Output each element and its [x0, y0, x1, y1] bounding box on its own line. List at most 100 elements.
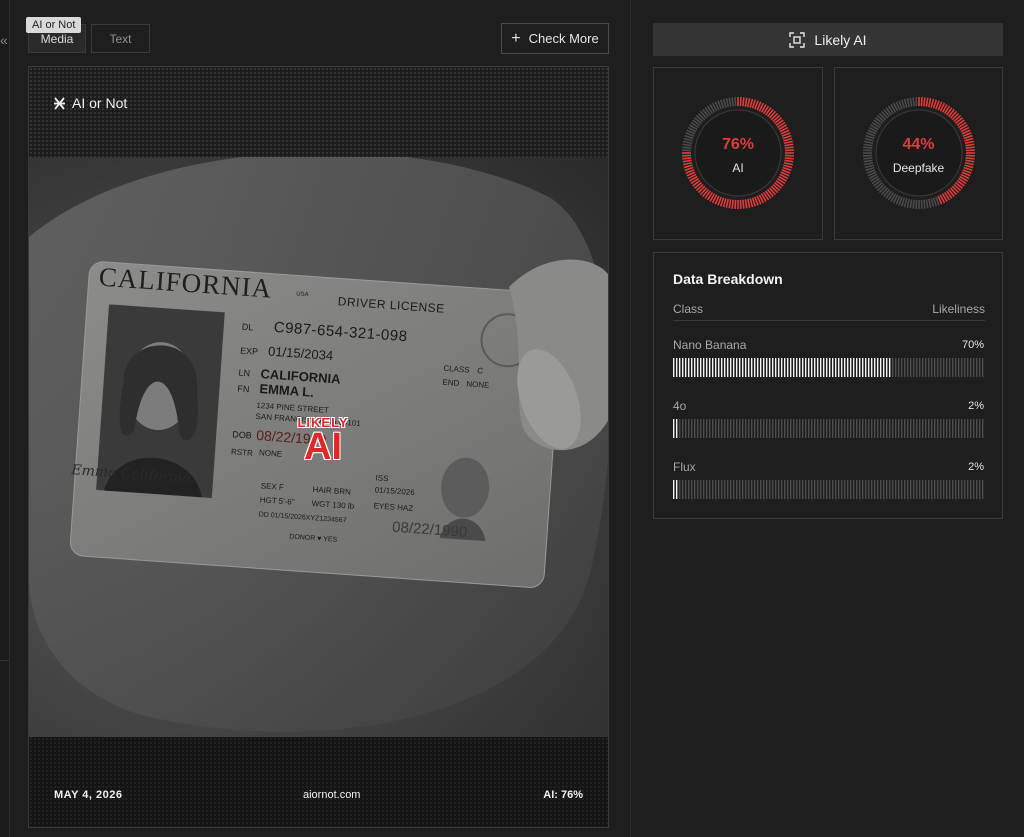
bar-segment — [982, 419, 984, 438]
bar-segment — [769, 480, 771, 499]
bar-segment — [697, 358, 699, 377]
gauge-tick — [682, 157, 692, 160]
bar-segment — [733, 480, 735, 499]
bar-segment — [781, 358, 783, 377]
bar-segment — [724, 358, 726, 377]
gauge-tick — [927, 98, 932, 108]
bar-segment — [949, 419, 951, 438]
gauge-tick — [742, 199, 745, 209]
bar-segment — [943, 358, 945, 377]
bar-segment — [805, 419, 807, 438]
bar-segment — [793, 419, 795, 438]
stamp-bottom: AI — [304, 426, 342, 468]
bar-segment — [844, 480, 846, 499]
bar-segment — [970, 358, 972, 377]
bar-segment — [718, 358, 720, 377]
dob-large: 08/22/1990 — [391, 518, 468, 541]
bar-segment — [886, 419, 888, 438]
bar-segment — [877, 419, 879, 438]
deepfake-gauge-percent: 44% — [902, 136, 935, 153]
bar-segment — [769, 419, 771, 438]
bar-segment — [835, 480, 837, 499]
footer-site[interactable]: aiornot.com — [303, 789, 360, 801]
bar-segment — [772, 419, 774, 438]
bar-segment — [757, 419, 759, 438]
scan-frame-icon — [789, 31, 806, 48]
bar-segment — [814, 480, 816, 499]
bar-segment — [964, 358, 966, 377]
dd-number: DD 01/15/2026XYZ1234567 — [258, 511, 347, 525]
bar-segment — [829, 419, 831, 438]
bar-segment — [802, 480, 804, 499]
gauge-tick — [912, 97, 915, 107]
bar-segment — [874, 358, 876, 377]
bar-segment — [925, 358, 927, 377]
bar-segment — [889, 419, 891, 438]
bar-segment — [847, 358, 849, 377]
bar-segment — [853, 358, 855, 377]
bar-segment — [832, 480, 834, 499]
dl-number: C987-654-321-098 — [273, 318, 409, 346]
bar-segment — [883, 358, 885, 377]
gauge-tick — [909, 97, 913, 107]
bar-segment — [706, 358, 708, 377]
bar-segment — [871, 480, 873, 499]
bar-segment — [682, 358, 684, 377]
bar-segment — [955, 419, 957, 438]
bar-segment — [832, 358, 834, 377]
gauge-tick — [906, 98, 911, 108]
verdict-label: Likely AI — [814, 31, 867, 48]
bar-segment — [820, 358, 822, 377]
license-state: CALIFORNIA — [97, 261, 274, 304]
bar-4o — [673, 419, 984, 438]
bar-segment — [796, 419, 798, 438]
bar-segment — [793, 358, 795, 377]
bar-segment — [886, 358, 888, 377]
bar-segment — [880, 358, 882, 377]
bar-segment — [928, 480, 930, 499]
bar-segment — [958, 419, 960, 438]
collapse-sidebar-icon[interactable]: « — [0, 30, 14, 50]
bar-segment — [844, 419, 846, 438]
bar-segment — [856, 419, 858, 438]
bar-segment — [748, 480, 750, 499]
bar-segment — [982, 480, 984, 499]
bar-segment — [979, 358, 981, 377]
bar-segment — [745, 358, 747, 377]
bar-segment — [742, 358, 744, 377]
bar-segment — [763, 480, 765, 499]
bar-segment — [847, 419, 849, 438]
bar-segment — [979, 419, 981, 438]
bar-segment — [898, 480, 900, 499]
license-usa: USA — [295, 291, 309, 299]
bar-segment — [823, 480, 825, 499]
bar-segment — [937, 358, 939, 377]
bar-segment — [811, 419, 813, 438]
gauge-tick — [965, 157, 975, 160]
bar-segment — [802, 358, 804, 377]
bar-segment — [850, 480, 852, 499]
tab-text[interactable]: Text — [91, 24, 150, 53]
footer-date: MAY 4, 2026 — [54, 789, 123, 801]
bar-segment — [934, 358, 936, 377]
bar-segment — [910, 419, 912, 438]
bar-segment — [787, 358, 789, 377]
bar-segment — [760, 358, 762, 377]
row-label-nano-banana: Nano Banana — [673, 338, 747, 352]
bar-segment — [871, 358, 873, 377]
bar-segment — [748, 358, 750, 377]
bar-flux — [673, 480, 984, 499]
bar-segment — [853, 419, 855, 438]
bar-segment — [922, 358, 924, 377]
check-more-button[interactable]: + Check More — [501, 23, 609, 54]
bar-segment — [895, 480, 897, 499]
row-value-flux: 2% — [968, 461, 984, 473]
bar-segment — [805, 480, 807, 499]
bar-segment — [943, 419, 945, 438]
bar-segment — [676, 419, 678, 438]
bar-segment — [775, 358, 777, 377]
bar-segment — [787, 419, 789, 438]
bar-segment — [682, 480, 684, 499]
bar-segment — [688, 480, 690, 499]
bar-segment — [676, 480, 678, 499]
